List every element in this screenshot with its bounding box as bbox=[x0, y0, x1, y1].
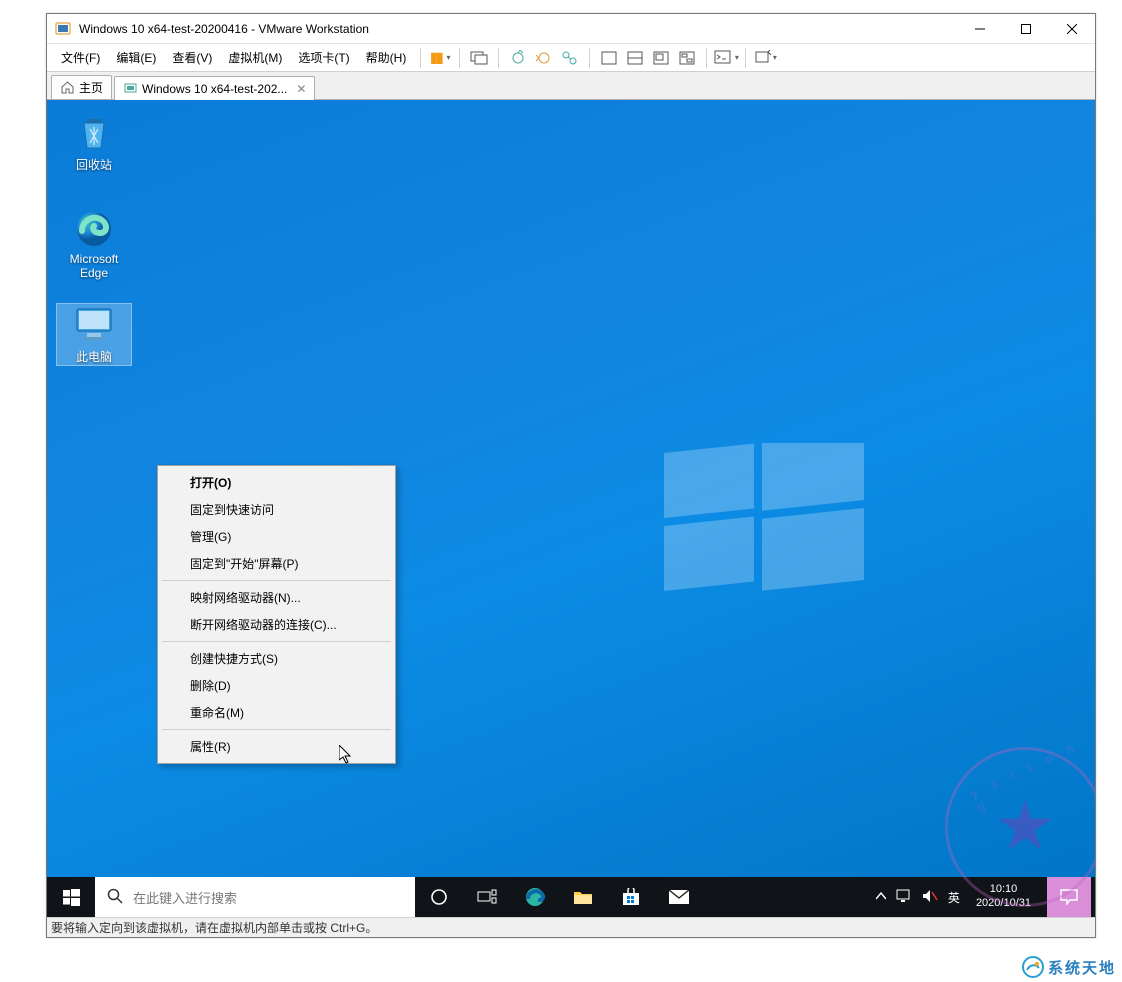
vmware-app-icon bbox=[55, 21, 71, 37]
start-button[interactable] bbox=[47, 877, 95, 917]
tray-notifications[interactable] bbox=[1047, 877, 1091, 917]
maximize-button[interactable] bbox=[1003, 14, 1049, 44]
separator bbox=[459, 48, 460, 68]
edge-icon bbox=[73, 208, 115, 250]
context-menu-manage[interactable]: 管理(G) bbox=[160, 523, 393, 550]
close-button[interactable] bbox=[1049, 14, 1095, 44]
vmware-statusbar: 要将输入定向到该虚拟机，请在虚拟机内部单击或按 Ctrl+G。 bbox=[47, 917, 1095, 937]
titlebar: Windows 10 x64-test-20200416 - VMware Wo… bbox=[47, 14, 1095, 44]
context-menu-rename[interactable]: 重命名(M) bbox=[160, 699, 393, 726]
taskbar-store[interactable] bbox=[607, 877, 655, 917]
tab-label: 主页 bbox=[79, 79, 103, 96]
icon-label-line1: Microsoft bbox=[57, 252, 131, 266]
snapshot-manager-button[interactable] bbox=[557, 46, 583, 70]
separator bbox=[498, 48, 499, 68]
tray-date: 2020/10/31 bbox=[976, 897, 1031, 911]
icon-label: 此电脑 bbox=[57, 348, 131, 365]
context-menu-properties[interactable]: 属性(R) bbox=[160, 733, 393, 760]
context-menu-map-drive[interactable]: 映射网络驱动器(N)... bbox=[160, 584, 393, 611]
tab-label: Windows 10 x64-test-202... bbox=[142, 82, 287, 96]
pause-vm-button[interactable]: ▮▮▾ bbox=[427, 46, 453, 70]
console-button[interactable]: ▾ bbox=[713, 46, 739, 70]
cursor-icon bbox=[339, 745, 355, 765]
separator bbox=[589, 48, 590, 68]
context-menu-pin-quick-access[interactable]: 固定到快速访问 bbox=[160, 496, 393, 523]
view-multi-button[interactable] bbox=[622, 46, 648, 70]
separator bbox=[745, 48, 746, 68]
icon-label-line2: Edge bbox=[57, 266, 131, 280]
menu-file[interactable]: 文件(F) bbox=[53, 45, 108, 70]
context-menu-pin-start[interactable]: 固定到"开始"屏幕(P) bbox=[160, 550, 393, 577]
context-menu: 打开(O) 固定到快速访问 管理(G) 固定到"开始"屏幕(P) 映射网络驱动器… bbox=[157, 465, 396, 764]
tab-close-icon[interactable]: ✕ bbox=[296, 82, 306, 96]
tray-clock[interactable]: 10:10 2020/10/31 bbox=[970, 883, 1037, 911]
snapshot-take-button[interactable] bbox=[505, 46, 531, 70]
tray-volume-icon[interactable] bbox=[922, 889, 938, 906]
menu-separator bbox=[162, 641, 391, 642]
snapshot-revert-button[interactable] bbox=[531, 46, 557, 70]
menu-vm[interactable]: 虚拟机(M) bbox=[220, 45, 290, 70]
guest-taskbar: 在此键入进行搜索 英 10:10 2020/10/31 bbox=[47, 877, 1095, 917]
tray-chevron-up-icon[interactable] bbox=[876, 891, 886, 903]
page-brand: 系统天地 bbox=[1022, 956, 1116, 978]
statusbar-text: 要将输入定向到该虚拟机，请在虚拟机内部单击或按 Ctrl+G。 bbox=[51, 919, 377, 936]
menubar: 文件(F) 编辑(E) 查看(V) 虚拟机(M) 选项卡(T) 帮助(H) ▮▮… bbox=[47, 44, 1095, 72]
tab-home[interactable]: 主页 bbox=[51, 75, 112, 99]
tray-time: 10:10 bbox=[976, 883, 1031, 897]
search-placeholder: 在此键入进行搜索 bbox=[133, 888, 237, 907]
view-single-button[interactable] bbox=[596, 46, 622, 70]
menu-help[interactable]: 帮助(H) bbox=[358, 45, 415, 70]
separator bbox=[706, 48, 707, 68]
tray-ime[interactable]: 英 bbox=[948, 889, 960, 906]
context-menu-create-shortcut[interactable]: 创建快捷方式(S) bbox=[160, 645, 393, 672]
search-icon bbox=[107, 888, 123, 907]
windows-logo-wallpaper bbox=[664, 443, 864, 603]
this-pc-icon bbox=[73, 304, 115, 346]
menu-separator bbox=[162, 580, 391, 581]
menu-separator bbox=[162, 729, 391, 730]
vm-icon bbox=[123, 82, 137, 96]
recycle-bin-icon bbox=[73, 112, 115, 154]
vm-display-area[interactable]: 回收站 Microsoft Edge 此电脑 打开(O) 固定到快速访问 管理(… bbox=[47, 100, 1095, 917]
stretch-button[interactable]: ▾ bbox=[752, 46, 778, 70]
brand-logo-icon bbox=[1022, 956, 1044, 978]
window-title: Windows 10 x64-test-20200416 - VMware Wo… bbox=[79, 22, 369, 36]
view-unity-button[interactable] bbox=[648, 46, 674, 70]
system-tray: 英 10:10 2020/10/31 bbox=[876, 877, 1095, 917]
home-icon bbox=[60, 81, 74, 95]
context-menu-open[interactable]: 打开(O) bbox=[160, 469, 393, 496]
taskbar-search[interactable]: 在此键入进行搜索 bbox=[95, 877, 415, 917]
taskbar-cortana[interactable] bbox=[415, 877, 463, 917]
desktop-icon-this-pc[interactable]: 此电脑 bbox=[57, 304, 131, 365]
guest-desktop[interactable]: 回收站 Microsoft Edge 此电脑 打开(O) 固定到快速访问 管理(… bbox=[47, 100, 1095, 917]
menu-tabs[interactable]: 选项卡(T) bbox=[290, 45, 357, 70]
taskbar-edge[interactable] bbox=[511, 877, 559, 917]
desktop-icon-recycle-bin[interactable]: 回收站 bbox=[57, 112, 131, 173]
context-menu-delete[interactable]: 删除(D) bbox=[160, 672, 393, 699]
send-ctrl-alt-del-button[interactable] bbox=[466, 46, 492, 70]
separator bbox=[420, 48, 421, 68]
view-fullscreen-button[interactable] bbox=[674, 46, 700, 70]
menu-view[interactable]: 查看(V) bbox=[164, 45, 220, 70]
vmware-window: Windows 10 x64-test-20200416 - VMware Wo… bbox=[46, 13, 1096, 938]
minimize-button[interactable] bbox=[957, 14, 1003, 44]
brand-text: 系统天地 bbox=[1048, 957, 1116, 978]
taskbar-task-view[interactable] bbox=[463, 877, 511, 917]
tab-vm[interactable]: Windows 10 x64-test-202... ✕ bbox=[114, 76, 315, 100]
menu-edit[interactable]: 编辑(E) bbox=[108, 45, 164, 70]
tray-network-icon[interactable] bbox=[896, 889, 912, 906]
icon-label: 回收站 bbox=[57, 156, 131, 173]
taskbar-file-explorer[interactable] bbox=[559, 877, 607, 917]
desktop-icon-edge[interactable]: Microsoft Edge bbox=[57, 208, 131, 280]
taskbar-mail[interactable] bbox=[655, 877, 703, 917]
tabs-row: 主页 Windows 10 x64-test-202... ✕ bbox=[47, 72, 1095, 100]
context-menu-disconnect-drive[interactable]: 断开网络驱动器的连接(C)... bbox=[160, 611, 393, 638]
